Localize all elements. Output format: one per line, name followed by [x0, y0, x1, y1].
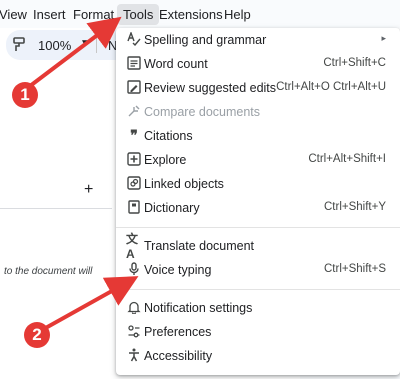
menu-item-shortcut: Ctrl+Shift+Y [324, 201, 386, 213]
explore-icon [126, 151, 142, 167]
menu-item-label: Compare documents [144, 105, 261, 119]
menu-item-review-suggested-edits[interactable]: Review suggested edits Ctrl+Alt+O Ctrl+A… [116, 76, 400, 100]
menu-item-translate-document[interactable]: 文A Translate document [116, 231, 400, 261]
paint-format-icon[interactable] [8, 34, 30, 56]
zoom-chevron-down-icon[interactable]: ▼ [80, 38, 90, 49]
menu-tools[interactable]: Tools [117, 4, 160, 25]
submenu-arrow-icon: ▸ [381, 33, 386, 43]
menu-item-label: Explore [144, 153, 187, 167]
spellcheck-icon [126, 31, 142, 47]
menu-view[interactable]: View [0, 7, 27, 22]
review-edits-icon [126, 79, 142, 95]
menu-item-label: Linked objects [144, 177, 224, 191]
microphone-icon [126, 261, 142, 277]
menu-item-voice-typing[interactable]: Voice typing Ctrl+Shift+S [116, 258, 400, 282]
add-tab-icon[interactable]: + [84, 181, 93, 199]
document-outline-panel: + to the document will [0, 62, 112, 379]
menu-item-shortcut: Ctrl+Shift+S [324, 263, 386, 275]
menu-item-label: Accessibility [144, 349, 213, 363]
translate-icon: 文A [126, 231, 139, 261]
menu-item-shortcut: Ctrl+Shift+C [323, 57, 386, 69]
menu-item-label: Spelling and grammar [144, 33, 267, 47]
menu-item-explore[interactable]: Explore Ctrl+Alt+Shift+I [116, 148, 400, 172]
menu-item-compare-documents[interactable]: Compare documents [116, 100, 400, 124]
menu-item-label: Preferences [144, 325, 212, 339]
tools-menu: Spelling and grammar ▸ Word count Ctrl+S… [116, 28, 400, 375]
menu-item-spelling-grammar[interactable]: Spelling and grammar ▸ [116, 28, 400, 52]
step-2-badge: 2 [24, 322, 50, 348]
preferences-icon [126, 323, 142, 339]
dictionary-icon [126, 199, 142, 215]
compare-icon [126, 103, 142, 119]
menu-help[interactable]: Help [224, 7, 251, 22]
menu-item-word-count[interactable]: Word count Ctrl+Shift+C [116, 52, 400, 76]
menu-divider [116, 227, 400, 228]
menu-item-dictionary[interactable]: Dictionary Ctrl+Shift+Y [116, 196, 400, 220]
menu-bar: View Insert Format Tools Extensions Help [0, 0, 400, 28]
menu-item-shortcut: Ctrl+Alt+O Ctrl+Alt+U [276, 81, 386, 93]
menu-item-notification-settings[interactable]: Notification settings [116, 296, 400, 320]
menu-item-shortcut: Ctrl+Alt+Shift+I [308, 153, 386, 165]
quote-icon: ❞ [130, 126, 138, 143]
menu-format[interactable]: Format [73, 7, 114, 22]
word-count-icon [126, 55, 142, 71]
menu-extensions[interactable]: Extensions [159, 7, 223, 22]
menu-item-label: Review suggested edits [144, 81, 277, 95]
accessibility-icon [126, 347, 142, 363]
menu-item-accessibility[interactable]: Accessibility [116, 344, 400, 368]
menu-item-citations[interactable]: ❞ Citations [116, 124, 400, 148]
step-1-badge: 1 [12, 82, 38, 108]
menu-item-linked-objects[interactable]: Linked objects [116, 172, 400, 196]
toolbar-divider [96, 37, 97, 53]
menu-item-preferences[interactable]: Preferences [116, 320, 400, 344]
menu-item-label: Notification settings [144, 301, 253, 315]
bell-icon [126, 299, 142, 315]
menu-item-label: Citations [144, 129, 193, 143]
menu-item-label: Voice typing [144, 263, 212, 277]
menu-divider [116, 289, 400, 290]
panel-divider [0, 208, 112, 209]
menu-item-label: Translate document [144, 239, 255, 253]
menu-item-label: Word count [144, 57, 208, 71]
menu-item-label: Dictionary [144, 201, 200, 215]
zoom-select[interactable]: 100% [38, 38, 71, 53]
document-text: to the document will [4, 266, 93, 277]
linked-objects-icon [126, 175, 142, 191]
menu-insert[interactable]: Insert [33, 7, 66, 22]
